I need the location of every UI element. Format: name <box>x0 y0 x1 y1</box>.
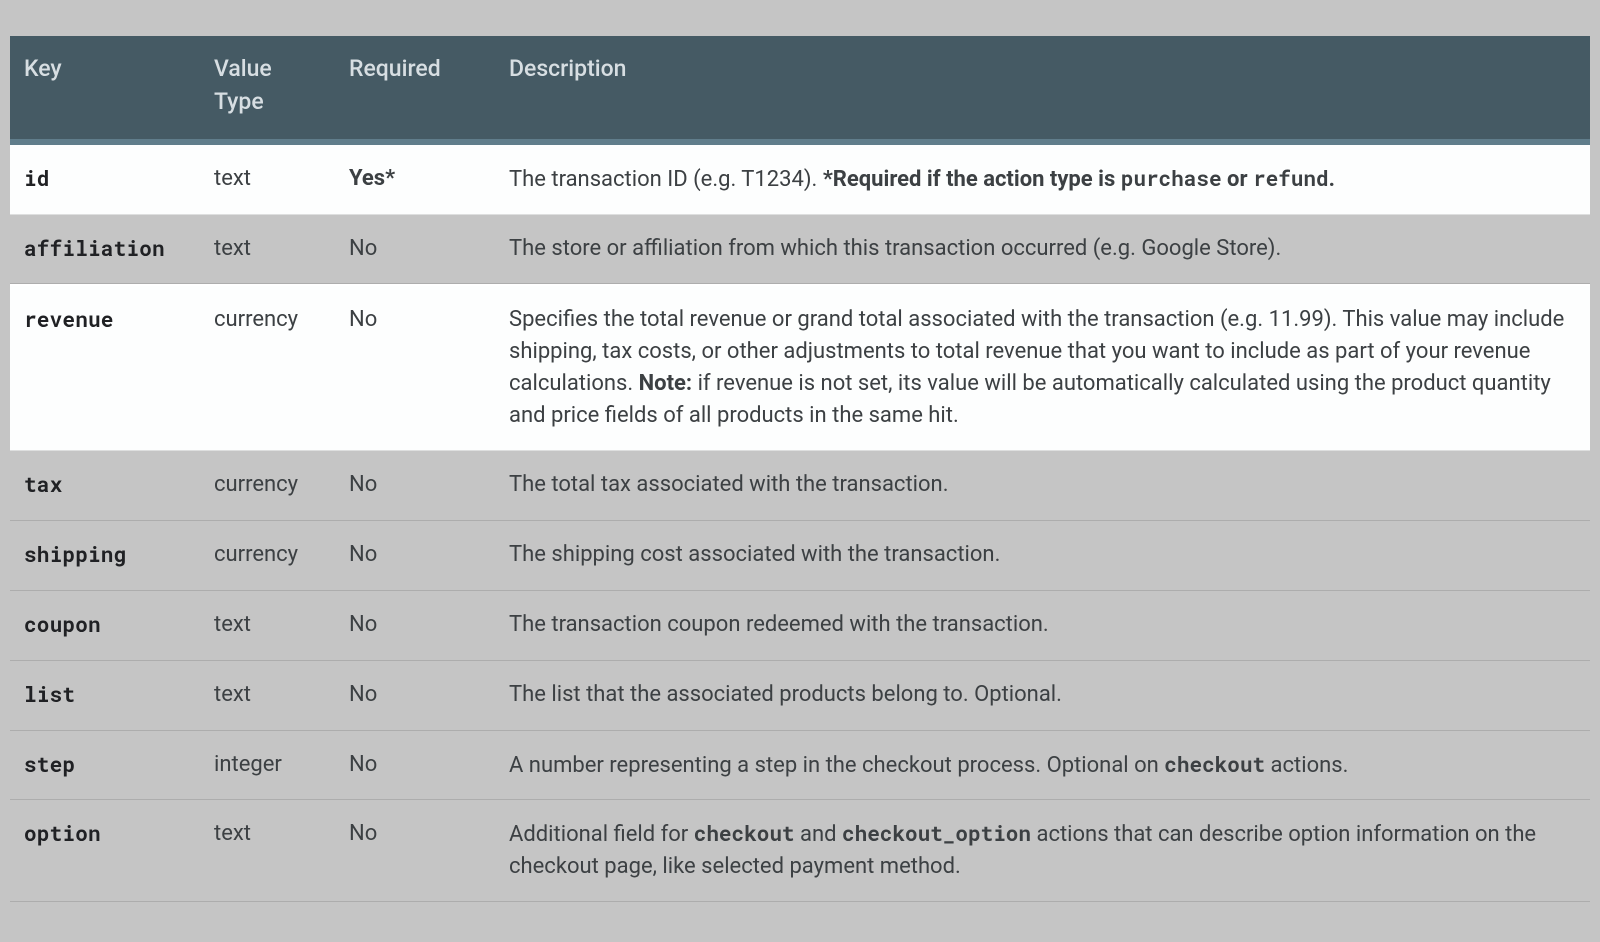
cell-value-type: text <box>200 145 335 215</box>
cell-description: The store or affiliation from which this… <box>495 215 1590 285</box>
key-text: list <box>24 680 75 708</box>
key-text: tax <box>24 470 62 498</box>
table-row: step integerNoA number representing a ste… <box>10 731 1590 801</box>
cell-value-type: currency <box>200 451 335 521</box>
table-row: affiliation textNoThe store or affiliatio… <box>10 215 1590 285</box>
key-text: option <box>24 819 101 847</box>
key-text: step <box>24 750 75 778</box>
cell-value-type: currency <box>200 521 335 591</box>
table-header: Key Value Type Required Description <box>10 36 1590 145</box>
table-row: option textNoAdditional field for checkou… <box>10 800 1590 902</box>
cell-required: No <box>335 800 495 902</box>
cell-value-type: text <box>200 215 335 285</box>
cell-description: The total tax associated with the transa… <box>495 451 1590 521</box>
table-body: idtextYes*The transaction ID (e.g. T1234… <box>10 145 1590 903</box>
cell-value-type: text <box>200 661 335 731</box>
cell-value-type: currency <box>200 284 335 451</box>
cell-value-type: integer <box>200 731 335 801</box>
cell-description: The transaction coupon redeemed with the… <box>495 591 1590 661</box>
cell-key: shipping <box>10 521 200 591</box>
cell-key: affiliation <box>10 215 200 285</box>
cell-required: No <box>335 661 495 731</box>
table-row: coupon textNoThe transaction coupon redee… <box>10 591 1590 661</box>
col-header-key: Key <box>10 36 200 145</box>
cell-key: tax <box>10 451 200 521</box>
cell-key: list <box>10 661 200 731</box>
cell-description: Additional field for checkout and checko… <box>495 800 1590 902</box>
cell-required: No <box>335 731 495 801</box>
col-header-description: Description <box>495 36 1590 145</box>
cell-key: step <box>10 731 200 801</box>
cell-description: The transaction ID (e.g. T1234). *Requir… <box>495 145 1590 215</box>
table-row: id textYes*The transaction ID (e.g. T1234… <box>10 145 1590 215</box>
cell-value-type: text <box>200 591 335 661</box>
action-data-table: Key Value Type Required Description id te… <box>10 36 1590 902</box>
cell-required: No <box>335 591 495 661</box>
cell-key: revenue <box>10 284 200 451</box>
cell-key: coupon <box>10 591 200 661</box>
cell-description: A number representing a step in the chec… <box>495 731 1590 801</box>
cell-required: No <box>335 284 495 451</box>
key-text: coupon <box>24 610 101 638</box>
cell-description: Specifies the total revenue or grand tot… <box>495 284 1590 451</box>
cell-key: option <box>10 800 200 902</box>
table-row: revenue currencyNoSpecifies the total rev… <box>10 284 1590 451</box>
cell-description: The shipping cost associated with the tr… <box>495 521 1590 591</box>
cell-required: No <box>335 521 495 591</box>
cell-required: No <box>335 215 495 285</box>
table-row: tax currencyNoThe total tax associated wi… <box>10 451 1590 521</box>
col-header-required: Required <box>335 36 495 145</box>
key-text: id <box>24 164 50 192</box>
key-text: affiliation <box>24 234 165 262</box>
cell-description: The list that the associated products be… <box>495 661 1590 731</box>
key-text: revenue <box>24 305 114 333</box>
cell-key: id <box>10 145 200 215</box>
cell-required: No <box>335 451 495 521</box>
cell-value-type: text <box>200 800 335 902</box>
table-row: list textNoThe list that the associated p… <box>10 661 1590 731</box>
cell-required: Yes* <box>335 145 495 215</box>
key-text: shipping <box>24 540 126 568</box>
table-row: shipping currencyNoThe shipping cost asso… <box>10 521 1590 591</box>
col-header-value-type: Value Type <box>200 36 335 145</box>
